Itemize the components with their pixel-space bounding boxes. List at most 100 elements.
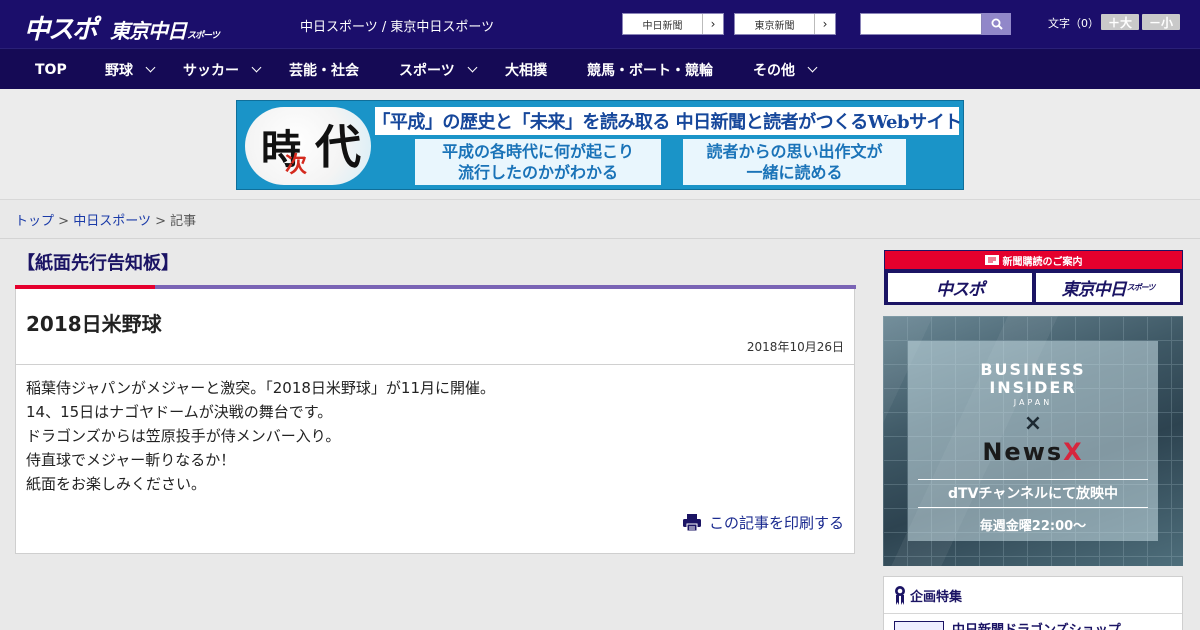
subscribe-tokyo-label: 東京中日 (1061, 280, 1127, 300)
paper-link-label: 中日新聞 (623, 14, 703, 34)
banner-box-line: 一緒に読める (746, 163, 843, 182)
article-title: 2018日米野球 (26, 312, 162, 336)
chevron-down-icon (251, 62, 262, 73)
ad-brand-line: INSIDER (989, 378, 1077, 397)
font-size-increase-button[interactable]: ＋大 (1101, 14, 1139, 30)
ad-brand: BUSINESS INSIDER (908, 361, 1158, 397)
article-paragraph: ドラゴンズからは笠原投手が侍メンバー入り。 (26, 427, 341, 445)
banner-headline: 「平成」の歴史と「未来」を読み取る 中日新聞と読者がつくるWebサイト (372, 107, 962, 135)
banner-box-line: 平成の各時代に何が起こり (441, 142, 634, 161)
search-input[interactable] (860, 13, 982, 35)
article-divider (16, 364, 854, 365)
paper-link-label: 東京新聞 (735, 14, 815, 34)
site-name: 中日スポーツ / 東京中日スポーツ (300, 20, 495, 35)
ad-rule (918, 479, 1148, 480)
feature-thumbnail[interactable] (894, 621, 944, 630)
breadcrumb-section-link[interactable]: 中日スポーツ (73, 214, 151, 229)
ad-channel: dTVチャンネルにて放映中 (948, 486, 1118, 502)
banner-box-line: 読者からの思い出作文が (706, 142, 883, 161)
jidai-logo-tsugi: 次 (285, 152, 308, 178)
subscription-header: 新聞購読のご案内 (885, 251, 1182, 269)
banner-box-right: 読者からの思い出作文が 一緒に読める (683, 139, 906, 185)
article-date: 2018年10月26日 (746, 340, 844, 354)
chevron-right-icon: › (710, 17, 716, 31)
feature-title: 企画特集 (910, 589, 963, 605)
nav-item-label: サッカー (183, 62, 239, 79)
jidai-banner[interactable]: 時 次 代 「平成」の歴史と「未来」を読み取る 中日新聞と読者がつくるWebサイ… (236, 100, 964, 190)
nav-item-baseball[interactable]: 野球 (105, 49, 156, 90)
ribbon-icon (895, 586, 905, 605)
chunichi-shimbun-link[interactable]: 中日新聞 › (622, 13, 724, 35)
banner-box-left: 平成の各時代に何が起こり 流行したのかがわかる (415, 139, 661, 185)
subscription-box: 新聞購読のご案内 中スポ 東京中日 スポーツ (884, 250, 1183, 305)
article-paragraph: 紙面をお楽しみください。 (26, 475, 207, 493)
article-body: 稲葉侍ジャパンがメジャーと激突。「2018日米野球」が11月に開催。 14、15… (26, 376, 495, 496)
nav-item-sumo[interactable]: 大相撲 (505, 49, 547, 90)
search-button[interactable] (982, 13, 1011, 35)
nav-item-racing[interactable]: 競馬・ボート・競輪 (587, 49, 713, 90)
print-label: この記事を印刷する (708, 514, 844, 532)
banner-box-line: 流行したのかがわかる (457, 163, 618, 182)
banner-area: 時 次 代 「平成」の歴史と「未来」を読み取る 中日新聞と読者がつくるWebサイ… (0, 89, 1200, 200)
feature-item-link[interactable]: 中日新聞ドラゴンズショップ (952, 619, 1121, 630)
article-accent-red (15, 285, 155, 289)
ad-card: BUSINESS INSIDER JAPAN × NewsX dTVチャンネルに… (908, 341, 1158, 541)
article-accent-purple (155, 285, 856, 289)
font-size-label: 文字（0） (1048, 17, 1099, 30)
nav-item-label: 大相撲 (505, 62, 547, 79)
site-logo[interactable]: 中スポ 東京中日スポーツ (24, 9, 220, 45)
nav-item-sports[interactable]: スポーツ (399, 49, 478, 90)
tokyo-shimbun-link[interactable]: 東京新聞 › (734, 13, 836, 35)
chevron-down-icon (145, 62, 156, 73)
print-article-link[interactable]: この記事を印刷する (682, 512, 844, 533)
nav-item-other[interactable]: その他 (753, 49, 818, 90)
nav-item-top[interactable]: TOP (35, 49, 67, 90)
search-icon (991, 18, 1003, 30)
article-paragraph: 侍直球でメジャー斬りなるか！ (26, 451, 236, 469)
breadcrumb-separator: > (155, 214, 166, 229)
chevron-down-icon (467, 62, 478, 73)
jidai-logo: 時 次 代 (245, 107, 371, 185)
nav-item-label: TOP (35, 61, 67, 78)
logo-tokyo-chunichi: 東京中日スポーツ (110, 15, 220, 44)
article-card: 2018日米野球 2018年10月26日 稲葉侍ジャパンがメジャーと激突。「20… (15, 285, 856, 554)
font-size-decrease-button[interactable]: －小 (1142, 14, 1180, 30)
ad-brand-line: BUSINESS (980, 360, 1086, 379)
chevron-right-icon: › (822, 17, 828, 31)
main-nav: TOP 野球 サッカー 芸能・社会 スポーツ 大相撲 競馬・ボート・競輪 その他 (0, 48, 1200, 89)
subscribe-tokyo-chunichi-button[interactable]: 東京中日 スポーツ (1036, 273, 1180, 302)
nav-item-soccer[interactable]: サッカー (183, 49, 262, 90)
ad-partner-prefix: News (982, 438, 1064, 466)
chevron-down-icon (807, 62, 818, 73)
logo-tokyo-small: スポーツ (187, 31, 220, 41)
subscribe-tokyo-small: スポーツ (1126, 283, 1156, 292)
ad-schedule: 毎週金曜22:00〜 (979, 519, 1087, 534)
logo-tokyo-text: 東京中日 (110, 19, 187, 43)
nav-item-label: スポーツ (399, 62, 455, 79)
article-paragraph: 14、15日はナゴヤドームが決戦の舞台です。 (26, 403, 333, 421)
subscription-header-label: 新聞購読のご案内 (1002, 256, 1083, 268)
logo-chuspo: 中スポ (24, 15, 98, 45)
printer-icon (682, 514, 701, 531)
breadcrumb-separator: > (58, 214, 70, 229)
ad-partner-suffix: X (1063, 438, 1084, 466)
subscribe-chuspo-button[interactable]: 中スポ (888, 273, 1032, 302)
nav-item-label: 競馬・ボート・競輪 (587, 62, 713, 79)
breadcrumb-divider (0, 238, 1200, 239)
nav-item-entertainment[interactable]: 芸能・社会 (289, 49, 359, 90)
jidai-logo-dai: 代 (315, 120, 361, 174)
article-paragraph: 稲葉侍ジャパンがメジャーと激突。「2018日米野球」が11月に開催。 (26, 379, 496, 397)
feature-box: 企画特集 中日新聞ドラゴンズショップ (883, 576, 1183, 630)
breadcrumb: トップ > 中日スポーツ > 記事 (15, 210, 196, 229)
feature-divider (884, 613, 1182, 614)
nav-item-label: 野球 (105, 62, 133, 79)
ad-brand-jp: JAPAN (1013, 398, 1053, 407)
nav-item-label: 芸能・社会 (289, 62, 359, 79)
advertisement[interactable]: BUSINESS INSIDER JAPAN × NewsX dTVチャンネルに… (883, 316, 1183, 566)
nav-item-label: その他 (753, 62, 795, 79)
breadcrumb-top-link[interactable]: トップ (15, 214, 54, 229)
feature-header: 企画特集 (894, 585, 962, 605)
newspaper-icon (984, 255, 999, 265)
breadcrumb-current: 記事 (170, 214, 197, 229)
ad-rule (918, 507, 1148, 508)
